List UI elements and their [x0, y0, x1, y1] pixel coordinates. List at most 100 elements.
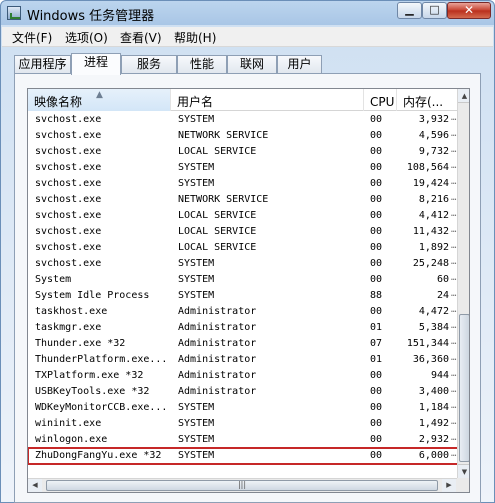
horizontal-scrollbar[interactable]: ◀ ||| ▶ — [28, 478, 457, 492]
column-memory[interactable]: 内存(... — [397, 89, 458, 111]
process-name-cell: ThunderPlatform.exe... — [35, 354, 168, 365]
menu-view[interactable]: 查看(V) — [120, 29, 162, 46]
user-name-cell: SYSTEM — [178, 162, 215, 173]
column-cpu[interactable]: CPU — [364, 89, 397, 111]
cpu-cell: 01 — [370, 354, 383, 365]
truncation-mark: … — [451, 161, 457, 171]
truncation-mark: … — [451, 369, 457, 379]
cpu-cell: 00 — [370, 306, 383, 317]
user-name-cell: SYSTEM — [178, 402, 215, 413]
menu-file[interactable]: 文件(F) — [12, 29, 52, 46]
table-row[interactable]: System SYSTEM 00 60… — [28, 272, 458, 288]
user-name-cell: NETWORK SERVICE — [178, 130, 269, 141]
table-row[interactable]: taskhost.exe Administrator 00 4,472… — [28, 304, 458, 320]
table-row[interactable]: svchost.exe NETWORK SERVICE 00 8,216… — [28, 192, 458, 208]
table-row[interactable]: Thunder.exe *32 Administrator 07 151,344… — [28, 336, 458, 352]
column-cpu-label: CPU — [370, 95, 395, 109]
truncation-mark: … — [451, 321, 457, 331]
table-row[interactable]: svchost.exe SYSTEM 00 108,564… — [28, 160, 458, 176]
cpu-cell: 07 — [370, 338, 383, 349]
cpu-cell: 00 — [370, 402, 383, 413]
process-name-cell: svchost.exe — [35, 194, 102, 205]
table-row[interactable]: svchost.exe LOCAL SERVICE 00 11,432… — [28, 224, 458, 240]
table-row[interactable]: WDKeyMonitorCCB.exe... SYSTEM 00 1,184… — [28, 400, 458, 416]
vertical-scroll-thumb[interactable] — [459, 314, 469, 462]
truncation-mark: … — [451, 145, 457, 155]
memory-cell: 24 — [436, 290, 449, 301]
maximize-button[interactable]: □ — [422, 2, 447, 19]
scroll-up-arrow-icon[interactable]: ▲ — [458, 89, 469, 103]
table-row[interactable]: svchost.exe LOCAL SERVICE 00 4,412… — [28, 208, 458, 224]
table-row[interactable]: svchost.exe SYSTEM 00 19,424… — [28, 176, 458, 192]
minimize-button[interactable]: ▁ — [397, 2, 422, 19]
cpu-cell: 00 — [370, 226, 383, 237]
memory-cell: 944 — [430, 370, 449, 381]
truncation-mark: … — [451, 241, 457, 251]
table-row[interactable]: USBKeyTools.exe *32 Administrator 00 3,400… — [28, 384, 458, 400]
title-bar[interactable]: Windows 任务管理器 ▁ □ ✕ — [1, 1, 494, 25]
memory-cell: 108,564 — [406, 162, 449, 173]
scroll-left-arrow-icon[interactable]: ◀ — [28, 479, 42, 492]
memory-cell: 4,472 — [418, 306, 449, 317]
cpu-cell: 00 — [370, 274, 383, 285]
process-name-cell: winlogon.exe — [35, 434, 108, 445]
column-image-name[interactable]: ▲ 映像名称 — [28, 89, 171, 111]
table-row[interactable]: wininit.exe SYSTEM 00 1,492… — [28, 416, 458, 432]
cpu-cell: 00 — [370, 162, 383, 173]
table-row[interactable]: TXPlatform.exe *32 Administrator 00 944… — [28, 368, 458, 384]
cpu-cell: 00 — [370, 370, 383, 381]
table-row[interactable]: svchost.exe SYSTEM 00 25,248… — [28, 256, 458, 272]
tab-services[interactable]: 服务 — [121, 55, 177, 74]
user-name-cell: Administrator — [178, 386, 257, 397]
user-name-cell: NETWORK SERVICE — [178, 194, 269, 205]
user-name-cell: LOCAL SERVICE — [178, 146, 257, 157]
user-name-cell: SYSTEM — [178, 114, 215, 125]
column-user-name-label: 用户名 — [177, 95, 214, 109]
cpu-cell: 00 — [370, 114, 383, 125]
tab-networking[interactable]: 联网 — [227, 55, 277, 74]
truncation-mark: … — [451, 193, 457, 203]
memory-cell: 9,732 — [418, 146, 449, 157]
table-row[interactable]: ThunderPlatform.exe... Administrator 01 36,… — [28, 352, 458, 368]
tab-applications[interactable]: 应用程序 — [14, 55, 71, 74]
vertical-scrollbar[interactable]: ▲ ▼ — [457, 89, 469, 478]
tab-users[interactable]: 用户 — [277, 55, 322, 74]
cpu-cell: 00 — [370, 418, 383, 429]
column-memory-label: 内存(... — [403, 95, 444, 109]
truncation-mark: … — [451, 209, 457, 219]
user-name-cell: SYSTEM — [178, 290, 215, 301]
process-name-cell: taskhost.exe — [35, 306, 108, 317]
user-name-cell: SYSTEM — [178, 434, 215, 445]
table-row[interactable]: ZhuDongFangYu.exe *32 SYSTEM 00 6,000… — [28, 447, 459, 465]
table-row[interactable]: svchost.exe NETWORK SERVICE 00 4,596… — [28, 128, 458, 144]
memory-cell: 11,432 — [412, 226, 449, 237]
process-name-cell: svchost.exe — [35, 226, 102, 237]
column-user-name[interactable]: 用户名 — [171, 89, 364, 111]
truncation-mark: … — [451, 449, 457, 459]
scroll-grip-icon: ||| — [237, 480, 247, 489]
list-header: ▲ 映像名称 用户名 CPU 内存(... — [28, 89, 458, 111]
close-button[interactable]: ✕ — [447, 2, 491, 19]
tab-performance[interactable]: 性能 — [177, 55, 227, 74]
table-row[interactable]: System Idle Process SYSTEM 88 24… — [28, 288, 458, 304]
process-name-cell: svchost.exe — [35, 146, 102, 157]
process-name-cell: taskmgr.exe — [35, 322, 102, 333]
process-name-cell: TXPlatform.exe *32 — [35, 370, 144, 381]
memory-cell: 2,932 — [418, 434, 449, 445]
tab-processes[interactable]: 进程 — [71, 53, 121, 75]
process-name-cell: WDKeyMonitorCCB.exe... — [35, 402, 168, 413]
table-row[interactable]: taskmgr.exe Administrator 01 5,384… — [28, 320, 458, 336]
scroll-right-arrow-icon[interactable]: ▶ — [442, 479, 456, 492]
menu-help[interactable]: 帮助(H) — [174, 29, 216, 46]
process-name-cell: System — [35, 274, 72, 285]
process-list[interactable]: ▲ 映像名称 用户名 CPU 内存(... svchost.exe SYSTEM 0… — [27, 88, 470, 493]
horizontal-scroll-thumb[interactable]: ||| — [46, 480, 438, 491]
table-row[interactable]: svchost.exe SYSTEM 00 3,932… — [28, 112, 458, 128]
table-row[interactable]: svchost.exe LOCAL SERVICE 00 9,732… — [28, 144, 458, 160]
table-row[interactable]: winlogon.exe SYSTEM 00 2,932… — [28, 432, 458, 448]
table-row[interactable]: svchost.exe LOCAL SERVICE 00 1,892… — [28, 240, 458, 256]
scroll-down-arrow-icon[interactable]: ▼ — [458, 464, 469, 478]
process-name-cell: ZhuDongFangYu.exe *32 — [35, 450, 162, 461]
cpu-cell: 00 — [370, 146, 383, 157]
menu-options[interactable]: 选项(O) — [65, 29, 108, 46]
